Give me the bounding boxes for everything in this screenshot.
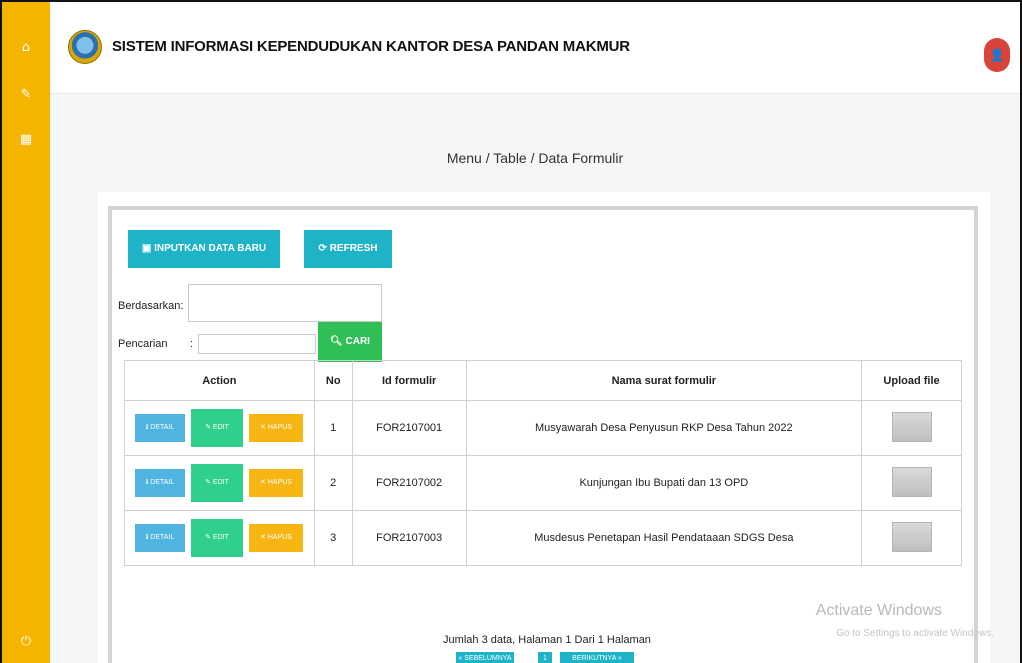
plus-icon: ▣	[141, 243, 155, 254]
page-1-button[interactable]: 1	[538, 652, 552, 663]
delete-button[interactable]: ✕ HAPUS	[249, 469, 303, 497]
search-icon: 🔍︎	[330, 336, 346, 347]
header-upload: Upload file	[861, 360, 962, 401]
app-title: SISTEM INFORMASI KEPENDUDUKAN KANTOR DES…	[112, 38, 630, 55]
cell-upload	[861, 455, 962, 511]
pencarian-label: Pencarian	[118, 338, 168, 350]
header-nama: Nama surat formulir	[465, 360, 863, 401]
cell-no: 3	[313, 510, 353, 566]
berdasarkan-select[interactable]	[188, 284, 382, 322]
close-icon: ✕	[260, 479, 268, 486]
delete-label: HAPUS	[267, 424, 292, 431]
calendar-icon[interactable]: ▦	[2, 132, 50, 147]
delete-label: HAPUS	[267, 479, 292, 486]
edit-label: EDIT	[212, 424, 229, 431]
breadcrumb: Menu / Table / Data Formulir	[446, 150, 624, 166]
refresh-label: REFRESH	[329, 243, 378, 254]
delete-button[interactable]: ✕ HAPUS	[249, 524, 303, 552]
action-cell: ℹ DETAIL ✎ EDIT ✕ HAPUS	[124, 455, 315, 511]
new-data-label: INPUTKAN DATA BARU	[154, 243, 267, 254]
cell-nama: Musdesus Penetapan Hasil Pendataaan SDGS…	[465, 510, 863, 566]
close-icon: ✕	[260, 424, 268, 431]
close-icon: ✕	[260, 534, 268, 541]
action-cell: ℹ DETAIL ✎ EDIT ✕ HAPUS	[124, 400, 315, 456]
refresh-icon: ⟳	[318, 243, 330, 254]
cell-id: FOR2107002	[351, 455, 467, 511]
edit-button[interactable]: ✎ EDIT	[191, 409, 243, 447]
activation-watermark-subtitle: Go to Settings to activate Windows.	[836, 628, 994, 639]
edit-button[interactable]: ✎ EDIT	[191, 519, 243, 557]
cell-id: FOR2107003	[351, 510, 467, 566]
detail-button[interactable]: ℹ DETAIL	[135, 524, 185, 552]
header-id: Id formulir	[351, 360, 467, 401]
refresh-button[interactable]: ⟳ REFRESH	[304, 230, 392, 268]
user-avatar[interactable]: 👤	[984, 38, 1010, 72]
edit-button[interactable]: ✎ EDIT	[191, 464, 243, 502]
cell-upload	[861, 510, 962, 566]
detail-label: DETAIL	[150, 534, 175, 541]
edit-icon: ✎	[205, 424, 213, 431]
cell-no: 1	[313, 400, 353, 456]
cell-nama: Kunjungan Ibu Bupati dan 13 OPD	[465, 455, 863, 511]
cell-nama: Musyawarah Desa Penyusun RKP Desa Tahun …	[465, 400, 863, 456]
table-row: ℹ DETAIL ✎ EDIT ✕ HAPUS 1 FOR2107001 Mus…	[124, 400, 962, 456]
file-thumbnail[interactable]	[891, 521, 932, 552]
village-logo	[68, 30, 102, 64]
header-no: No	[313, 360, 353, 401]
table-row: ℹ DETAIL ✎ EDIT ✕ HAPUS 2 FOR2107002 Kun…	[124, 455, 962, 511]
detail-button[interactable]: ℹ DETAIL	[135, 469, 185, 497]
search-input[interactable]	[198, 334, 316, 354]
edit-label: EDIT	[212, 479, 229, 486]
edit-icon: ✎	[205, 534, 213, 541]
app-window: ⌂ ✎ ▦ ⏻ SISTEM INFORMASI KEPENDUDUKAN KA…	[0, 0, 1022, 663]
home-icon[interactable]: ⌂	[2, 40, 50, 55]
table-row: ℹ DETAIL ✎ EDIT ✕ HAPUS 3 FOR2107003 Mus…	[124, 510, 962, 566]
berdasarkan-label: Berdasarkan:	[118, 300, 184, 312]
file-thumbnail[interactable]	[891, 411, 932, 442]
detail-label: DETAIL	[150, 424, 175, 431]
power-icon[interactable]: ⏻	[2, 634, 50, 649]
header-action: Action	[124, 360, 315, 401]
action-cell: ℹ DETAIL ✎ EDIT ✕ HAPUS	[124, 510, 315, 566]
content-card: ▣ INPUTKAN DATA BARU ⟳ REFRESH Berdasark…	[98, 192, 990, 663]
header: SISTEM INFORMASI KEPENDUDUKAN KANTOR DES…	[50, 2, 1020, 94]
activation-watermark-title: Activate Windows	[815, 602, 942, 619]
detail-label: DETAIL	[150, 479, 175, 486]
prev-page-button[interactable]: « SEBELUMNYA	[456, 652, 514, 663]
data-panel: ▣ INPUTKAN DATA BARU ⟳ REFRESH Berdasark…	[108, 206, 978, 663]
data-table: Action No Id formulir Nama surat formuli…	[124, 360, 962, 566]
cell-no: 2	[313, 455, 353, 511]
search-button[interactable]: 🔍︎ CARI	[318, 322, 382, 362]
delete-button[interactable]: ✕ HAPUS	[249, 414, 303, 442]
edit-icon[interactable]: ✎	[2, 87, 50, 102]
sidebar: ⌂ ✎ ▦ ⏻	[2, 2, 50, 663]
cell-id: FOR2107001	[351, 400, 467, 456]
next-page-button[interactable]: BERIKUTNYA »	[560, 652, 634, 663]
file-thumbnail[interactable]	[891, 466, 932, 497]
search-button-label: CARI	[345, 336, 370, 347]
detail-button[interactable]: ℹ DETAIL	[135, 414, 185, 442]
cell-upload	[861, 400, 962, 456]
table-header-row: Action No Id formulir Nama surat formuli…	[124, 360, 962, 401]
edit-label: EDIT	[212, 534, 229, 541]
pencarian-colon: :	[190, 338, 194, 350]
delete-label: HAPUS	[267, 534, 292, 541]
new-data-button[interactable]: ▣ INPUTKAN DATA BARU	[128, 230, 280, 268]
edit-icon: ✎	[205, 479, 213, 486]
